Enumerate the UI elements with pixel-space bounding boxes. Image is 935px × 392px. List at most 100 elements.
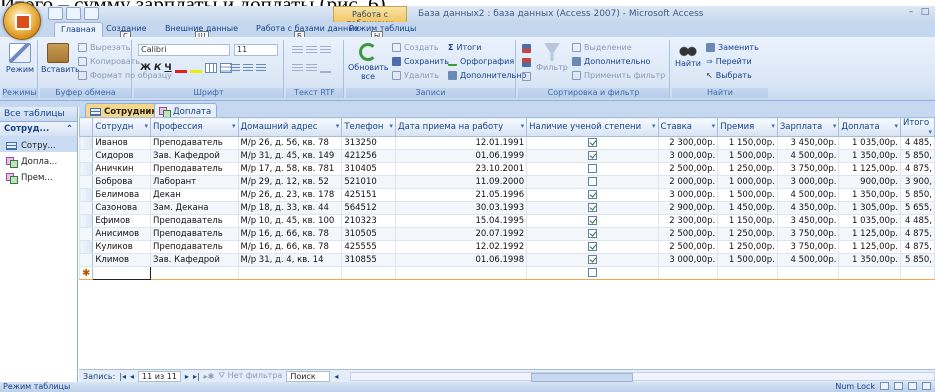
current-record-field[interactable]: 11 из 11	[138, 370, 181, 382]
table-cell[interactable]: 4 350,00р.	[776, 201, 840, 215]
align-right-icon[interactable]	[256, 64, 266, 72]
table-cell[interactable]: Зам. Декана	[150, 201, 239, 215]
font-color-icon[interactable]	[174, 63, 187, 73]
redo-icon[interactable]	[84, 7, 99, 20]
underline-button[interactable]: Ч	[164, 63, 171, 73]
record-selector[interactable]	[79, 136, 94, 150]
table-cell[interactable]: 23.10.2001	[394, 162, 528, 176]
italic-button[interactable]: К	[154, 63, 161, 73]
table-cell[interactable]: 2 500,00р.	[657, 227, 719, 241]
chevron-down-icon[interactable]: ▾	[652, 122, 656, 130]
table-cell[interactable]: Аничкин	[92, 162, 152, 176]
table-cell[interactable]: 3 000,00р.	[657, 253, 719, 267]
table-cell[interactable]: 4 500,00р.	[776, 149, 840, 163]
degree-checkbox-cell[interactable]	[526, 201, 659, 215]
table-cell[interactable]: 4 875,	[900, 162, 935, 176]
degree-checkbox-cell[interactable]	[526, 162, 659, 176]
new-record-cell[interactable]	[900, 266, 935, 280]
table-cell[interactable]: М/р 16, д. 66, кв. 78	[237, 240, 343, 254]
cut-button[interactable]: Вырезать	[78, 43, 130, 52]
table-cell[interactable]: Иванов	[92, 136, 152, 150]
sort-desc-button[interactable]	[522, 58, 531, 67]
table-cell[interactable]: Лаборант	[150, 175, 239, 189]
paste-button[interactable]: Вставить	[41, 43, 80, 74]
record-selector[interactable]	[79, 188, 94, 202]
next-record-button[interactable]: ▸	[185, 372, 189, 381]
table-cell[interactable]: 313250	[341, 136, 396, 150]
checkbox-checked[interactable]	[587, 242, 597, 251]
record-selector[interactable]	[79, 175, 94, 189]
table-cell[interactable]: 5 655,	[900, 201, 935, 215]
table-cell[interactable]: 1 250,00р.	[717, 227, 778, 241]
table-cell[interactable]: 1 250,00р.	[717, 240, 778, 254]
toggle-filter-button[interactable]: Применить фильтр	[572, 71, 665, 80]
column-header[interactable]: Итого ▾	[900, 117, 935, 137]
table-cell[interactable]: М/р 17, д. 58, кв. 781	[237, 162, 343, 176]
degree-checkbox-cell[interactable]	[526, 136, 659, 150]
table-cell[interactable]: 1 125,00р.	[838, 162, 901, 176]
table-cell[interactable]: 2 500,00р.	[657, 240, 719, 254]
checkbox-unchecked[interactable]	[587, 177, 597, 186]
table-cell[interactable]: 1 450,00р.	[717, 201, 778, 215]
chevron-down-icon[interactable]: ▾	[894, 122, 898, 130]
table-cell[interactable]: Климов	[92, 253, 152, 267]
table-cell[interactable]: Преподаватель	[150, 136, 239, 150]
tab-datasheet[interactable]: Режим таблицы Ы	[349, 22, 416, 41]
record-selector[interactable]	[79, 253, 94, 267]
table-cell[interactable]: Преподаватель	[150, 162, 239, 176]
table-cell[interactable]: М/р 31, д. 45, кв. 149	[237, 149, 343, 163]
spelling-button[interactable]: Орфография	[448, 57, 514, 66]
fill-color-icon[interactable]	[189, 63, 202, 73]
column-header[interactable]: Ставка ▾	[657, 117, 719, 137]
table-cell[interactable]: 3 900,	[900, 175, 935, 189]
table-cell[interactable]: 12.01.1991	[394, 136, 528, 150]
new-record-button[interactable]: Создать	[392, 43, 439, 52]
table-cell[interactable]: Анисимов	[92, 227, 152, 241]
table-cell[interactable]: Боброва	[92, 175, 152, 189]
table-cell[interactable]: Декан	[150, 188, 239, 202]
record-selector[interactable]	[79, 201, 94, 215]
table-cell[interactable]: Сидоров	[92, 149, 152, 163]
bold-button[interactable]: Ж	[140, 63, 151, 73]
column-header[interactable]: Домашний адрес ▾	[237, 117, 343, 137]
nav-group-header[interactable]: Сотруд... ⌃	[0, 122, 77, 136]
new-record-cell[interactable]	[657, 266, 719, 280]
table-cell[interactable]: М/р 18, д. 33, кв. 44	[237, 201, 343, 215]
office-button[interactable]	[3, 2, 41, 40]
table-cell[interactable]: 11.09.2000	[394, 175, 528, 189]
table-row[interactable]: Белимова Декан М/р 26, д. 23, кв. 178 42515…	[79, 188, 935, 202]
numbering-icon[interactable]	[306, 63, 317, 73]
table-cell[interactable]: 564512	[341, 201, 396, 215]
table-cell[interactable]: 1 350,00р.	[838, 253, 901, 267]
table-row[interactable]: Аничкин Преподаватель М/р 17, д. 58, кв. 7…	[79, 162, 935, 176]
scroll-left-button[interactable]: ◂	[334, 372, 338, 381]
table-cell[interactable]: 1 350,00р.	[838, 149, 901, 163]
increase-indent-icon[interactable]	[306, 45, 317, 55]
align-left-icon[interactable]	[230, 64, 240, 72]
new-record-cell[interactable]	[394, 266, 528, 280]
align-center-icon[interactable]	[243, 64, 253, 72]
save-icon[interactable]	[48, 7, 63, 20]
table-cell[interactable]: 5 850,	[900, 149, 935, 163]
checkbox-checked[interactable]	[587, 255, 597, 264]
new-record-nav-button[interactable]: ▸✱	[204, 372, 215, 381]
column-header[interactable]: Наличие ученой степени ▾	[526, 117, 659, 137]
chevron-down-icon[interactable]: ▾	[928, 128, 932, 136]
table-cell[interactable]: М/р 10, д. 45, кв. 100	[237, 214, 343, 228]
table-cell[interactable]: 12.02.1992	[394, 240, 528, 254]
selection-button[interactable]: Выделение	[572, 43, 632, 52]
checkbox-unchecked[interactable]	[587, 268, 597, 277]
save-record-button[interactable]: Сохранить	[392, 57, 449, 66]
clear-sort-button[interactable]	[522, 72, 531, 81]
table-cell[interactable]: 310855	[341, 253, 396, 267]
table-row[interactable]: Климов Зав. Кафедрой М/р 31, д. 4, кв. 14 3…	[79, 253, 935, 267]
pivot-chart-view-icon[interactable]	[908, 382, 917, 390]
table-cell[interactable]: 1 125,00р.	[838, 227, 901, 241]
degree-checkbox-cell[interactable]	[526, 253, 659, 267]
table-cell[interactable]: 1 305,00р.	[838, 201, 901, 215]
table-cell[interactable]: Сазонова	[92, 201, 152, 215]
horizontal-scrollbar[interactable]	[350, 371, 935, 382]
doc-tab-employees[interactable]: Сотрудник	[85, 103, 164, 117]
new-record-cell[interactable]	[776, 266, 840, 280]
tab-external-data[interactable]: Внешние данные Ш	[165, 22, 238, 41]
